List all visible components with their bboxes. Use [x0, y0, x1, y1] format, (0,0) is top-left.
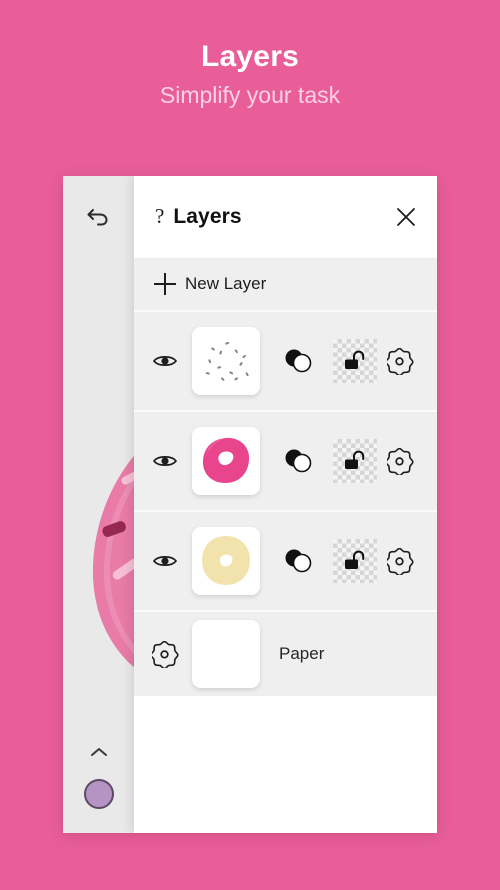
layer-visibility-toggle[interactable] [148, 444, 182, 478]
panel-empty-area [134, 696, 437, 833]
layer-list: Paper [134, 310, 437, 696]
cream-donut-thumbnail [192, 527, 260, 595]
eye-icon [152, 556, 178, 566]
layer-visibility-toggle[interactable] [148, 344, 182, 378]
new-layer-label: New Layer [185, 274, 267, 293]
promo-header: Layers Simplify your task [0, 0, 500, 108]
expand-toolbar-button[interactable] [87, 745, 111, 759]
pink-donut-thumbnail [192, 427, 260, 495]
layer-settings-button[interactable] [381, 542, 419, 580]
undo-arrow-icon [87, 209, 108, 226]
layer-lock-toggle[interactable] [333, 439, 377, 483]
close-x-icon [397, 207, 415, 226]
gear-icon [151, 640, 179, 668]
question-mark-icon[interactable]: ? [155, 206, 164, 227]
paper-settings-button[interactable] [148, 637, 182, 671]
gear-icon [386, 547, 414, 575]
promo-subtitle: Simplify your task [159, 82, 341, 108]
chevron-up-icon [90, 748, 107, 756]
undo-button[interactable] [80, 198, 116, 234]
layer-thumbnail[interactable] [192, 427, 260, 495]
layer-visibility-toggle[interactable] [148, 544, 182, 578]
layer-settings-button[interactable] [381, 342, 419, 380]
plus-icon [154, 273, 176, 295]
open-padlock-icon [345, 550, 365, 569]
open-padlock-icon [345, 450, 365, 469]
layer-blend-mode-button[interactable] [276, 438, 322, 484]
eye-icon [152, 456, 178, 466]
layer-thumbnail[interactable] [192, 527, 260, 595]
paper-thumbnail[interactable] [192, 620, 260, 688]
canvas-artwork [73, 406, 134, 696]
layers-panel: ? Layers New Layer Paper [134, 176, 437, 833]
overlapping-circles-icon [285, 549, 312, 573]
layer-lock-toggle[interactable] [333, 339, 377, 383]
close-panel-button[interactable] [391, 202, 421, 232]
layer-lock-toggle[interactable] [333, 539, 377, 583]
gear-icon [386, 447, 414, 475]
table-row[interactable] [134, 510, 437, 610]
promo-title: Layers [201, 40, 299, 73]
open-padlock-icon [345, 350, 365, 369]
layer-blend-mode-button[interactable] [276, 538, 322, 584]
overlapping-circles-icon [285, 449, 312, 473]
panel-title: Layers [173, 204, 242, 228]
table-row[interactable] [134, 310, 437, 410]
layer-blend-mode-button[interactable] [276, 338, 322, 384]
overlapping-circles-icon [285, 349, 312, 373]
eye-icon [152, 356, 178, 366]
table-row[interactable] [134, 410, 437, 510]
sprinkles-thumbnail [192, 327, 260, 395]
gear-icon [386, 347, 414, 375]
layer-settings-button[interactable] [381, 442, 419, 480]
paper-row[interactable]: Paper [134, 610, 437, 696]
layer-thumbnail[interactable] [192, 327, 260, 395]
app-screenshot-mockup: ? Layers New Layer Paper [63, 176, 437, 833]
left-toolbar [63, 176, 134, 833]
color-swatch-button[interactable] [83, 779, 114, 809]
new-layer-button[interactable]: New Layer [134, 257, 437, 310]
layers-panel-header: ? Layers [134, 176, 437, 257]
paper-label: Paper [279, 644, 325, 663]
